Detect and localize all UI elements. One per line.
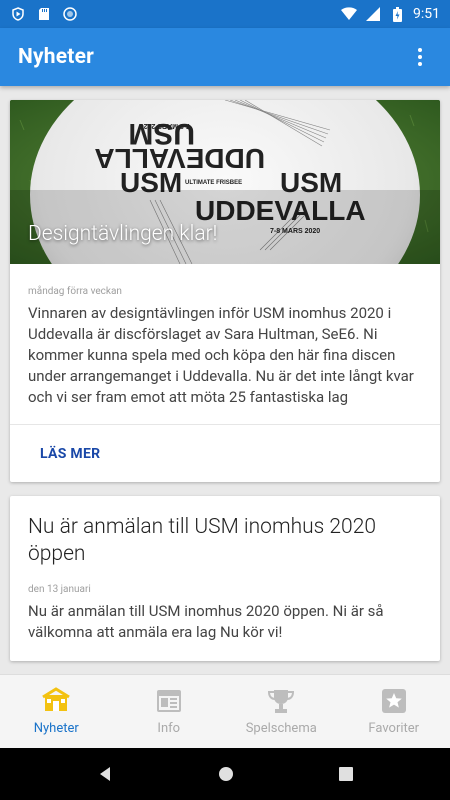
nav-item-info[interactable]: Info (113, 675, 226, 748)
news-date: den 13 januari (28, 584, 91, 595)
nav-label: Spelschema (245, 721, 317, 736)
play-protect-icon (10, 6, 26, 22)
page-title: Nyheter (18, 45, 95, 69)
sync-icon (62, 6, 78, 22)
nav-label: Nyheter (33, 721, 79, 736)
back-icon[interactable] (97, 766, 113, 782)
nav-item-favoriter[interactable]: Favoriter (338, 675, 450, 748)
news-image: USM UDDEVALLA 7-8 MARS 2020 ULTIMATE FRI… (10, 100, 440, 264)
star-icon (381, 689, 406, 713)
nav-label: Info (157, 721, 181, 736)
more-vert-icon[interactable] (408, 45, 432, 69)
news-title: Nu är anmälan till USM inomhus 2020 öppe… (28, 515, 376, 566)
trophy-icon (268, 690, 295, 713)
news-image-title: Designtävlingen klar! (28, 222, 218, 246)
system-navigation-bar (0, 748, 450, 800)
clock: 9:51 (413, 6, 440, 22)
info-panel-icon (156, 690, 181, 712)
nav-label: Favoriter (368, 721, 420, 736)
app-bar: Nyheter (0, 28, 450, 86)
wifi-icon (341, 6, 357, 22)
bottom-navigation: Nyheter Info Spelschema Favoriter (0, 674, 450, 748)
read-more-button[interactable]: LÄS MER (40, 446, 100, 462)
sd-card-icon (36, 6, 52, 22)
news-card[interactable]: Nu är anmälan till USM inomhus 2020 öppe… (10, 496, 440, 661)
nav-item-nyheter[interactable]: Nyheter (0, 675, 113, 748)
battery-charging-icon (389, 6, 405, 22)
nav-item-spelschema[interactable]: Spelschema (225, 675, 338, 748)
news-date: måndag förra veckan (28, 286, 122, 297)
recents-icon[interactable] (339, 767, 353, 781)
disc-dates-top: 7-8 MARS 2020 (140, 122, 190, 129)
home-icon (42, 687, 71, 711)
signal-icon (365, 6, 381, 22)
news-text: Nu är anmälan till USM inomhus 2020 öppe… (28, 602, 384, 641)
status-bar: 9:51 (0, 0, 450, 28)
disc-brand: ULTIMATE FRISBEE (185, 180, 242, 186)
news-card[interactable]: USM UDDEVALLA 7-8 MARS 2020 ULTIMATE FRI… (10, 100, 440, 482)
news-text: Vinnaren av designtävlingen inför USM in… (28, 304, 414, 406)
home-button-icon[interactable] (218, 766, 234, 782)
news-list[interactable]: USM UDDEVALLA 7-8 MARS 2020 ULTIMATE FRI… (0, 86, 450, 674)
